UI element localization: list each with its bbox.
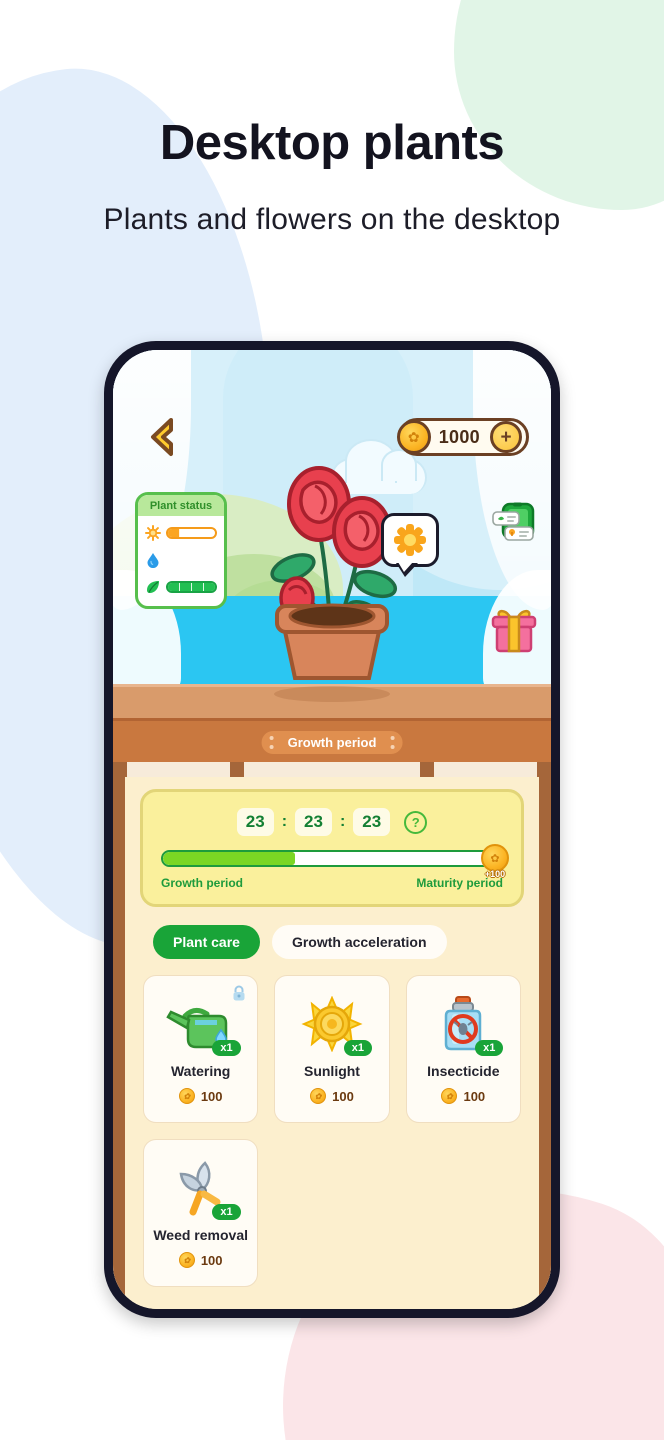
growth-progress-fill [163, 852, 295, 865]
leaf-icon [145, 579, 161, 595]
panel-edge-right [539, 762, 551, 1309]
coin-icon: ✿ [441, 1088, 458, 1105]
item-qty-watering: x1 [212, 1040, 241, 1056]
coin-amount: 1000 [438, 426, 480, 447]
task-list-icon[interactable] [491, 502, 539, 548]
item-name-weed-removal: Weed removal [153, 1227, 248, 1243]
growth-period-banner: Growth period [259, 729, 405, 756]
timer-seconds: 23 [353, 808, 391, 836]
timer-sep-2: : [339, 813, 346, 830]
plant-status-title: Plant status [138, 495, 224, 516]
water-drop-icon [145, 552, 161, 569]
phone-mockup: 1000 + Plant status [104, 341, 560, 1318]
status-row-sunlight [145, 525, 217, 541]
coin-balance[interactable]: 1000 + [396, 418, 529, 456]
item-card-insecticide[interactable]: x1 Insecticide ✿ 100 [405, 975, 521, 1123]
watering-can-icon: x1 [165, 996, 241, 1056]
growth-progress: ✿ +100 [161, 844, 509, 879]
item-price-sunlight: ✿ 100 [310, 1088, 354, 1105]
status-row-water [145, 552, 217, 569]
progress-start-label: Growth period [161, 876, 243, 890]
nutrition-gauge [166, 581, 217, 593]
status-row-nutrition [145, 579, 217, 595]
page-title: Desktop plants [159, 116, 505, 170]
panel-inner: 23 : 23 : 23 ? ✿ +100 Growth period Matu… [125, 777, 539, 1309]
add-coins-button[interactable]: + [490, 421, 522, 453]
pot-shadow [274, 686, 390, 702]
item-name-watering: Watering [170, 1063, 231, 1079]
coin-icon: ✿ [178, 1252, 195, 1269]
game-scene: 1000 + Plant status [113, 350, 551, 762]
item-card-weed-removal[interactable]: x1 Weed removal ✿ 100 [143, 1139, 259, 1287]
timer-hours: 23 [236, 808, 274, 836]
insecticide-icon: x1 [427, 996, 504, 1056]
progress-labels: Growth period Maturity period [159, 876, 505, 890]
coin-icon [396, 420, 431, 454]
content-panel: 23 : 23 : 23 ? ✿ +100 Growth period Matu… [113, 762, 551, 1309]
plant-status-rows [138, 516, 224, 606]
page-header: Desktop plants Plants and flowers on the… [0, 0, 664, 237]
help-icon[interactable]: ? [404, 810, 428, 834]
gift-box-icon[interactable] [489, 608, 539, 654]
page-root: Desktop plants Plants and flowers on the… [0, 0, 664, 1440]
page-subtitle: Plants and flowers on the desktop [103, 203, 561, 237]
tab-growth-acceleration[interactable]: Growth acceleration [271, 925, 447, 959]
sun-icon [394, 524, 426, 556]
maturity-reward-label: +100 [484, 869, 506, 879]
timer-minutes: 23 [295, 808, 332, 836]
item-price-insecticide: ✿ 100 [441, 1088, 486, 1105]
item-price-value-insecticide: 100 [463, 1088, 486, 1104]
item-price-value-weed-removal: 100 [200, 1252, 223, 1268]
countdown-timer: 23 : 23 : 23 ? [159, 808, 505, 836]
item-price-watering: ✿ 100 [178, 1088, 223, 1105]
item-qty-insecticide: x1 [475, 1040, 504, 1056]
item-card-watering[interactable]: x1 Watering ✿ 100 [143, 975, 259, 1123]
item-qty-sunlight: x1 [343, 1040, 372, 1056]
tab-plant-care[interactable]: Plant care [153, 925, 260, 959]
item-card-sunlight[interactable]: x1 Sunlight ✿ 100 [274, 975, 390, 1123]
maturity-reward-coin: ✿ +100 [481, 844, 509, 879]
timer-sep-1: : [281, 813, 288, 830]
item-price-value-sunlight: 100 [332, 1088, 354, 1104]
item-qty-weed-removal: x1 [212, 1204, 241, 1220]
item-name-insecticide: Insecticide [427, 1063, 500, 1079]
rose-plant-icon [270, 466, 398, 680]
shelf-slats [113, 762, 551, 777]
sunlight-gauge [166, 527, 217, 539]
shop-item-grid: x1 Watering ✿ 100 x1 Sunlight ✿ 100 x1 I… [125, 959, 539, 1287]
back-arrow-icon[interactable] [145, 416, 179, 458]
item-price-weed-removal: ✿ 100 [178, 1252, 223, 1269]
coin-icon: ✿ [310, 1088, 327, 1105]
growth-timer-card: 23 : 23 : 23 ? ✿ +100 Growth period Matu… [140, 789, 524, 907]
item-price-value-watering: 100 [200, 1088, 223, 1104]
shop-tabs: Plant care Growth acceleration [153, 925, 539, 959]
panel-edge-left [113, 762, 125, 1309]
coin-icon: ✿ [178, 1088, 195, 1105]
sun-icon: x1 [296, 995, 372, 1056]
phone-screen: 1000 + Plant status [113, 350, 551, 1309]
growth-progress-bar [161, 850, 503, 867]
item-name-sunlight: Sunlight [303, 1063, 360, 1079]
sun-icon [145, 525, 161, 541]
pruning-shears-icon: x1 [165, 1160, 241, 1220]
growth-period-banner-label: Growth period [287, 735, 377, 750]
plant-need-bubble[interactable] [381, 513, 439, 577]
plant-status-card: Plant status [135, 492, 227, 609]
